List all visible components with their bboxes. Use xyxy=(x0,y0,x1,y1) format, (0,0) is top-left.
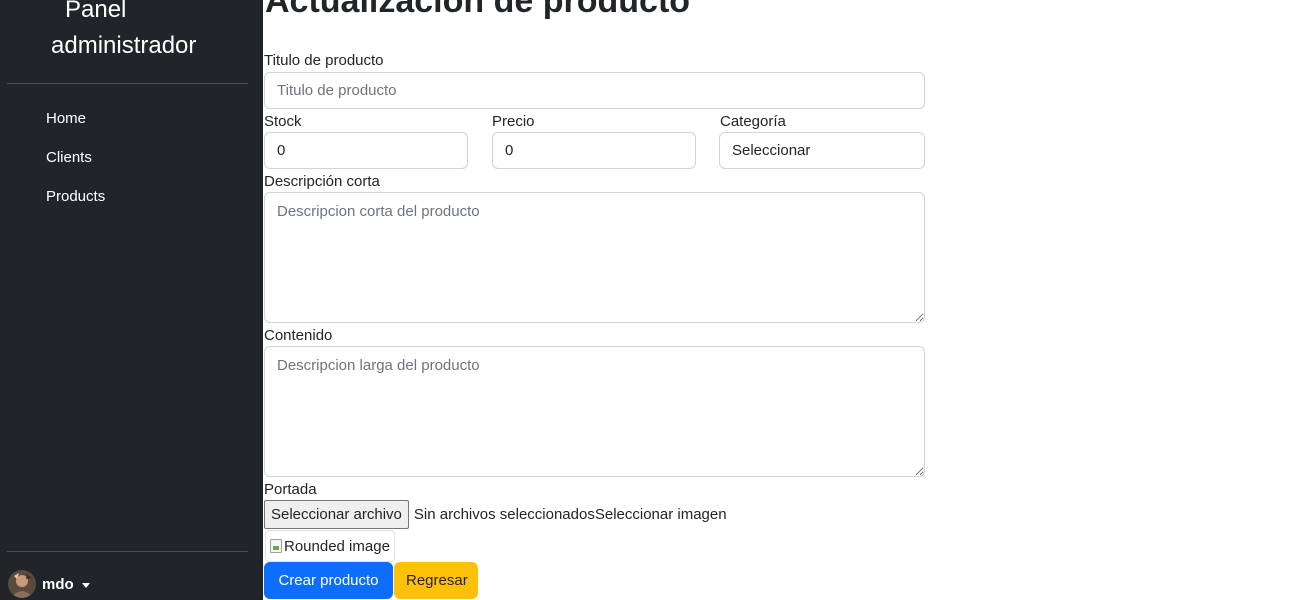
stock-label: Stock xyxy=(264,113,302,130)
content-label: Contenido xyxy=(264,327,333,344)
sidebar-divider-top xyxy=(7,83,248,84)
sidebar-item-products[interactable]: Products xyxy=(0,179,263,218)
sidebar-item-home[interactable]: Home xyxy=(0,101,263,140)
broken-image-icon xyxy=(270,539,282,553)
user-name: mdo xyxy=(42,575,74,593)
file-hint: Seleccionar imagen xyxy=(594,506,727,523)
cover-image-preview: Rounded image xyxy=(265,530,395,562)
category-label: Categoría xyxy=(720,113,786,130)
main-content: Actualización de producto Titulo de prod… xyxy=(264,0,1300,600)
file-status: Sin archivos seleccionados xyxy=(413,506,595,523)
title-label: Titulo de producto xyxy=(264,52,384,69)
brand-line-2: administrador xyxy=(51,32,197,59)
sidebar-item-clients[interactable]: Clients xyxy=(0,140,263,179)
brand-title[interactable]: Panel administrador xyxy=(51,0,251,64)
sidebar: Panel administrador Home Clients Product… xyxy=(0,0,263,600)
sidebar-nav: Home Clients Products xyxy=(0,101,263,218)
choose-file-button[interactable]: Seleccionar archivo xyxy=(264,500,409,529)
create-product-button[interactable]: Crear producto xyxy=(264,562,393,599)
stock-input[interactable] xyxy=(264,132,468,169)
user-dropdown[interactable]: mdo xyxy=(8,569,90,599)
page-title: Actualización de producto xyxy=(265,0,691,20)
file-input: Seleccionar archivo Sin archivos selecci… xyxy=(264,500,727,529)
sidebar-divider-bottom xyxy=(7,551,248,552)
price-input[interactable] xyxy=(492,132,696,169)
avatar xyxy=(8,570,36,598)
back-button[interactable]: Regresar xyxy=(394,562,478,599)
caret-down-icon xyxy=(81,582,90,588)
brand-line-1: Panel xyxy=(65,0,127,23)
image-alt-text: Rounded image xyxy=(284,537,390,555)
category-select[interactable]: Seleccionar xyxy=(719,132,925,169)
content-textarea[interactable] xyxy=(264,346,925,477)
cover-label: Portada xyxy=(264,481,317,498)
short-description-label: Descripción corta xyxy=(264,173,380,190)
title-input[interactable] xyxy=(264,72,925,109)
price-label: Precio xyxy=(492,113,535,130)
short-description-textarea[interactable] xyxy=(264,192,925,323)
